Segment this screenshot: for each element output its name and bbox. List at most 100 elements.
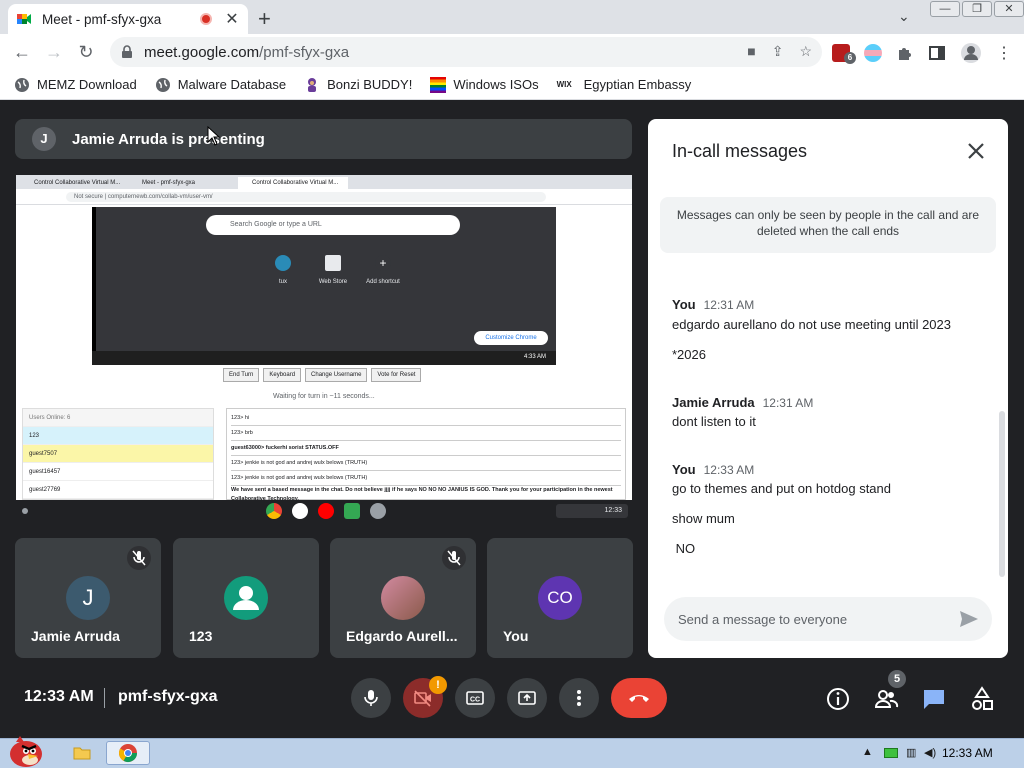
profile-avatar-icon[interactable] [960,42,982,64]
minimize-button[interactable]: — [930,1,960,17]
chat-scrollbar[interactable] [999,411,1005,577]
meeting-details-info-icon[interactable] [825,686,851,712]
presenter-avatar: J [32,127,56,151]
presenting-text: Jamie Arruda is presenting [72,130,265,148]
back-arrow-icon[interactable]: ← [6,42,38,63]
present-now-button[interactable] [507,678,547,718]
shared-vm-button: Keyboard [263,368,302,382]
ublock-extension-icon[interactable]: 6 [832,44,856,64]
message-text: edgardo aurellano do not use meeting unt… [672,317,951,332]
taskbar-explorer[interactable] [60,741,104,765]
people-icon[interactable] [873,686,899,712]
side-panel-icon[interactable] [928,44,946,62]
bookmark-star-icon[interactable]: ☆ [799,43,812,60]
bookmark-egyptian-embassy[interactable]: WIX Egyptian Embassy [557,77,692,93]
participant-name: Edgardo Aurell... [346,628,458,644]
participant-tile-jamie[interactable]: J Jamie Arruda [15,538,161,658]
browser-tab-meet[interactable]: Meet - pmf-sfyx-gxa ✕ [8,4,248,34]
microphone-button[interactable] [351,678,391,718]
taskbar-chrome[interactable] [106,741,150,765]
tab-search-chevron-icon[interactable]: ⌄ [898,8,910,25]
camera-off-icon [414,690,431,707]
volume-icon[interactable]: ◀) [924,746,936,759]
activities-shapes-icon[interactable] [969,686,995,712]
new-tab-button[interactable]: + [258,6,271,32]
pride-flag-extension-icon[interactable] [864,44,882,62]
shared-shortcut: + Add shortcut [366,255,400,285]
taskbar-clock[interactable]: 12:33 AM [942,746,993,760]
shared-wait-text: Waiting for turn in ~11 seconds... [273,393,375,400]
message-header: You 12:31 AM [672,297,755,312]
camera-button[interactable]: ! [403,676,447,718]
mic-muted-icon [442,546,466,570]
message-text: *2026 [672,347,706,362]
folder-icon [73,747,91,760]
message-header: Jamie Arruda 12:31 AM [672,395,814,410]
extensions-puzzle-icon[interactable] [896,44,914,62]
google-meet-icon [17,14,31,24]
leave-call-button[interactable] [611,678,667,718]
chrome-menu-icon[interactable]: ⋮ [996,43,1012,63]
shared-vm-taskbar: 4:33 AM [92,351,556,365]
more-options-button[interactable] [559,678,599,718]
shared-shortcut: tux [265,255,301,285]
meeting-time: 12:33 AM [24,688,94,705]
wix-icon: WIX [556,79,572,89]
bookmark-memz[interactable]: MEMZ Download [14,77,137,93]
participant-photo-avatar [381,576,425,620]
svg-text:CC: CC [470,697,480,704]
close-window-button[interactable]: ✕ [994,1,1024,17]
participant-tile-123[interactable]: 123 [173,538,319,658]
participant-avatar: J [66,576,110,620]
message-composer [664,597,992,641]
captions-button[interactable]: CC [455,678,495,718]
message-text: NO [672,541,696,556]
closed-captions-icon: CC [466,691,484,705]
share-icon[interactable]: ⇪ [772,43,784,60]
tray-overflow-icon[interactable]: ▲ [862,746,873,758]
camera-in-use-icon[interactable]: ■ [747,43,755,60]
participant-tile-you[interactable]: CO You [487,538,633,658]
address-bar[interactable]: meet.google.com/pmf-sfyx-gxa ■ ⇪ ☆ [110,37,822,67]
message-input[interactable] [678,609,948,629]
chat-info-notice: Messages can only be seen by people in t… [660,197,996,253]
participant-avatar: CO [538,576,582,620]
restore-button[interactable]: ❐ [962,1,992,17]
bookmark-windows-isos[interactable]: Windows ISOs [430,76,539,93]
forward-arrow-icon[interactable]: → [38,42,70,63]
send-icon[interactable] [958,609,980,629]
message-header: You 12:33 AM [672,462,755,477]
gmail-icon [292,503,308,519]
reload-icon[interactable]: ↻ [70,42,102,63]
shared-url: Not secure | computernewb.com/collab-vm/… [66,192,546,202]
chrome-icon [266,503,282,519]
hang-up-phone-icon [629,695,649,702]
chat-bubble-icon[interactable] [921,686,947,712]
shared-shortcut: Web Store [315,255,351,285]
presenting-banner: J Jamie Arruda is presenting [15,119,632,159]
shared-users-list: Users Online: 6 123 guest7507 guest16457… [22,408,214,500]
youtube-icon [318,503,334,519]
participant-tile-edgardo[interactable]: Edgardo Aurell... [330,538,476,658]
angry-bird-start-icon[interactable] [2,734,46,768]
microphone-icon [364,690,378,706]
bookmark-bonzi-buddy[interactable]: Bonzi BUDDY! [304,77,412,93]
lock-icon [122,45,132,58]
shared-screen: Control Collaborative Virtual M... Meet … [16,175,632,500]
tab-close-icon[interactable]: ✕ [224,9,240,29]
bookmark-malware-database[interactable]: Malware Database [155,77,286,93]
network-icon[interactable]: ▥ [906,746,916,759]
shared-chat-log: 123> hi 123> brb guest63000> fuckerhi so… [226,408,626,500]
camera-warning-badge: ! [429,676,447,694]
browser-tab-strip: Meet - pmf-sfyx-gxa ✕ + ⌄ — ❐ ✕ [0,0,1024,34]
battery-icon[interactable] [884,748,898,758]
chrome-icon [118,744,137,763]
globe-icon [155,77,170,92]
shelf-clock: 12:33 [556,504,628,518]
meet-icon [344,503,360,519]
close-icon[interactable] [964,139,988,163]
shared-screen-shelf: 12:33 [16,500,632,522]
shared-vm-button: Vote for Reset [371,368,422,382]
present-screen-icon [518,691,536,705]
bookmarks-bar: MEMZ Download Malware Database Bonzi BUD… [0,70,1024,100]
